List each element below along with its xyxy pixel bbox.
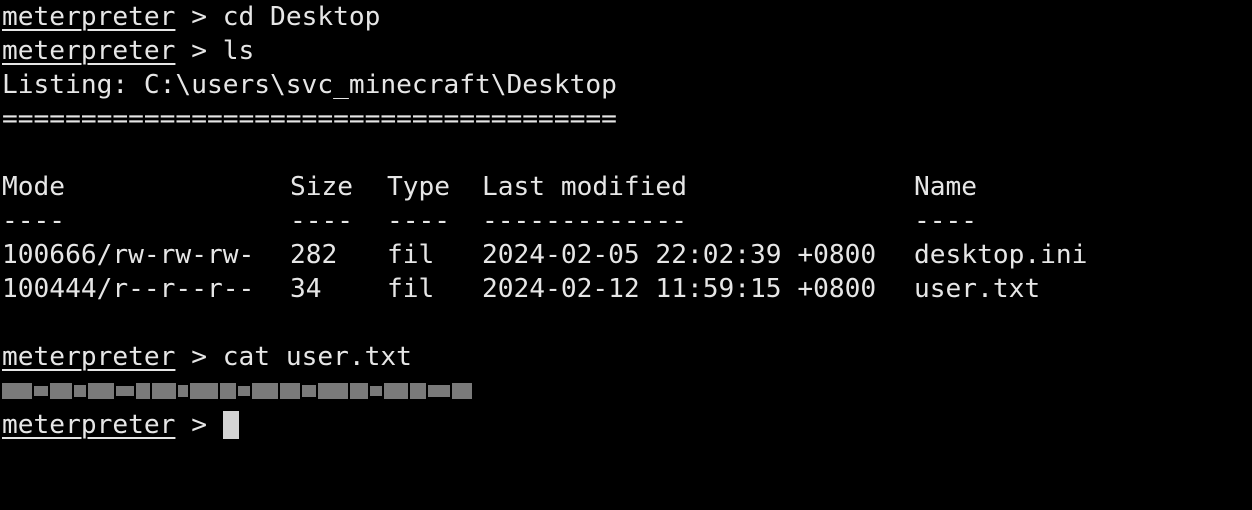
cursor [222, 411, 239, 439]
prompt-label: meterpreter [2, 2, 176, 32]
column-header-mode: Mode [2, 172, 66, 202]
redacted-output [2, 374, 1250, 408]
active-prompt-line[interactable]: meterpreter > [2, 408, 1250, 442]
listing-row: 100666/rw-rw-rw- 282 fil 2024-02-05 22:0… [2, 238, 1250, 272]
command-line-cd: meterpreter > cd Desktop [2, 0, 1250, 34]
command-text: cat user.txt [222, 342, 412, 372]
file-size: 34 [290, 274, 322, 304]
command-line-ls: meterpreter > ls [2, 34, 1250, 68]
file-size: 282 [290, 240, 338, 270]
listing-column-headers: Mode Size Type Last modified Name [2, 170, 1250, 204]
file-name: desktop.ini [914, 240, 1088, 270]
file-last-modified: 2024-02-12 11:59:15 +0800 [482, 274, 877, 304]
column-dashes-last-modified: ------------- [482, 206, 687, 236]
prompt-separator: > [175, 36, 223, 66]
listing-row: 100444/r--r--r-- 34 fil 2024-02-12 11:59… [2, 272, 1250, 306]
column-dashes-size: ---- [290, 206, 354, 236]
listing-column-dashes: ---- ---- ---- ------------- ---- [2, 204, 1250, 238]
file-mode: 100666/rw-rw-rw- [2, 240, 255, 270]
prompt-separator: > [175, 342, 223, 372]
prompt-separator: > [175, 410, 223, 440]
column-header-name: Name [914, 172, 978, 202]
listing-header: Listing: C:\users\svc_minecraft\Desktop [2, 70, 617, 100]
file-type: fil [387, 274, 435, 304]
file-name: user.txt [914, 274, 1041, 304]
file-mode: 100444/r--r--r-- [2, 274, 255, 304]
column-dashes-mode: ---- [2, 206, 66, 236]
command-line-cat: meterpreter > cat user.txt [2, 340, 1250, 374]
file-last-modified: 2024-02-05 22:02:39 +0800 [482, 240, 877, 270]
command-text: ls [222, 36, 255, 66]
listing-rule: ======================================= [2, 104, 617, 134]
file-type: fil [387, 240, 435, 270]
column-dashes-type: ---- [387, 206, 451, 236]
column-dashes-name: ---- [914, 206, 978, 236]
prompt-separator: > [175, 2, 223, 32]
command-text: cd Desktop [222, 2, 381, 32]
column-header-last-modified: Last modified [482, 172, 687, 202]
prompt-label: meterpreter [2, 36, 176, 66]
column-header-type: Type [387, 172, 451, 202]
column-header-size: Size [290, 172, 354, 202]
terminal-window[interactable]: meterpreter > cd Desktop meterpreter > l… [2, 0, 1250, 442]
